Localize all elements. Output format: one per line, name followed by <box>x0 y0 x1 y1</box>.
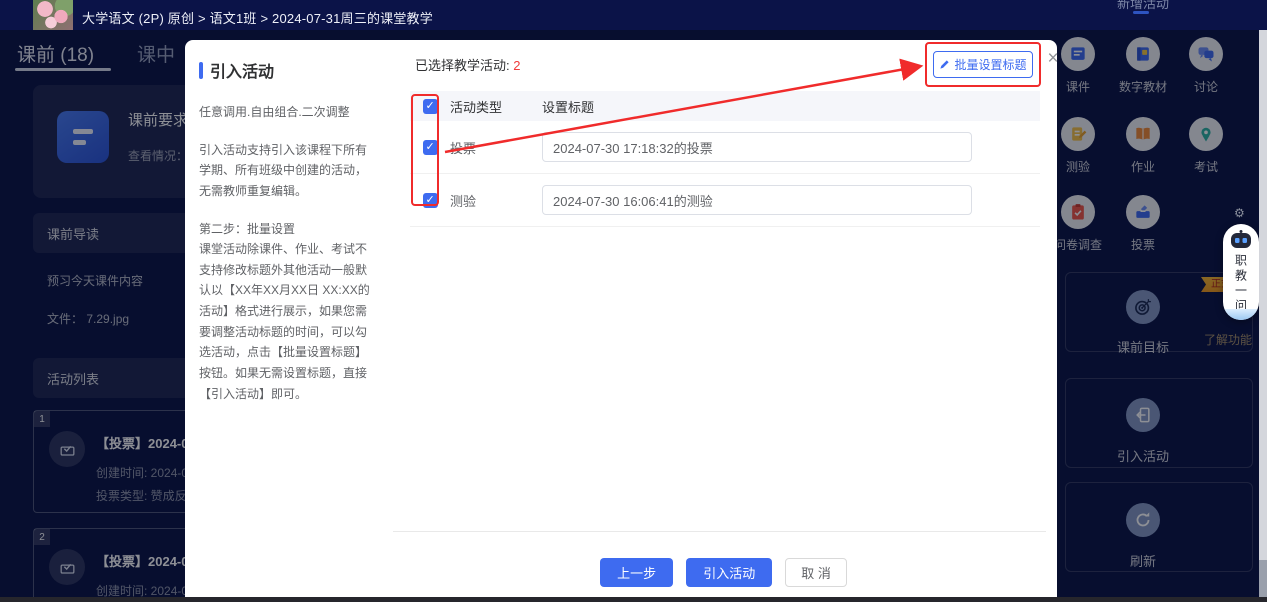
gear-icon[interactable]: ⚙ <box>1234 206 1245 220</box>
activity-title-input[interactable] <box>542 132 972 162</box>
activity-title-input[interactable] <box>542 185 972 215</box>
batch-set-title-label: 批量设置标题 <box>954 56 1026 73</box>
dialog-subtitle: 任意调用.自由组合.二次调整 <box>199 102 374 123</box>
previous-step-button[interactable]: 上一步 <box>600 558 673 587</box>
footer-divider <box>393 531 1046 532</box>
app-screen: 课前 (18) 课中 课前要求 查看情况： 课前导读 预习今天课件内容 文件： … <box>0 0 1267 602</box>
close-icon[interactable]: × <box>1042 48 1064 70</box>
cancel-button[interactable]: 取 消 <box>785 558 847 587</box>
row-checkbox[interactable] <box>423 193 438 208</box>
new-activity-tab-underline <box>1133 11 1149 14</box>
import-activity-step2: × 已选择教学活动: 2 批量设置标题 活动类型 设置标题 投票 <box>390 40 1057 602</box>
breadcrumb[interactable]: 大学语文 (2P) 原创 > 语文1班 > 2024-07-31周三的课堂教学 <box>82 8 433 27</box>
selected-count-label: 已选择教学活动: 2 <box>415 55 520 74</box>
import-activity-button[interactable]: 引入活动 <box>686 558 772 587</box>
table-row: 投票 <box>410 121 1040 174</box>
title-accent-bar <box>199 62 203 79</box>
selected-count-value: 2 <box>513 58 520 73</box>
column-header-type: 活动类型 <box>450 97 542 116</box>
dialog-step-title: 第二步：批量设置 <box>199 219 374 240</box>
course-cover-thumbnail[interactable] <box>33 0 73 30</box>
activity-table: 活动类型 设置标题 投票 测验 <box>410 91 1040 227</box>
robot-icon <box>1229 230 1253 251</box>
table-header-row: 活动类型 设置标题 <box>410 91 1040 121</box>
dialog-title: 引入活动 <box>199 58 374 82</box>
assistant-wave-decoration <box>1223 309 1259 320</box>
topbar: 大学语文 (2P) 原创 > 语文1班 > 2024-07-31周三的课堂教学 … <box>0 0 1267 30</box>
table-row: 测验 <box>410 174 1040 227</box>
window-bottom-edge <box>0 597 1267 602</box>
import-activity-info-panel: 引入活动 任意调用.自由组合.二次调整 引入活动支持引入该课程下所有学期、所有班… <box>185 40 390 602</box>
scrollbar-thumb[interactable] <box>1259 560 1267 597</box>
select-all-checkbox[interactable] <box>423 99 438 114</box>
selected-label-text: 已选择教学活动: <box>415 58 513 73</box>
dialog-title-text: 引入活动 <box>210 58 274 82</box>
edit-pen-icon <box>939 59 950 70</box>
assistant-widget[interactable]: 职教一问 <box>1223 224 1259 320</box>
dialog-description: 引入活动支持引入该课程下所有学期、所有班级中创建的活动，无需教师重复编辑。 <box>199 140 374 202</box>
activity-type-cell: 测验 <box>450 191 542 210</box>
column-header-title: 设置标题 <box>542 97 1040 116</box>
activity-type-cell: 投票 <box>450 138 542 157</box>
dialog-footer: 上一步 引入活动 取 消 <box>390 558 1057 587</box>
vertical-scrollbar[interactable] <box>1259 30 1267 597</box>
dialog-step-description: 课堂活动除课件、作业、考试不支持修改标题外其他活动一般默认以【XX年XX月XX日… <box>199 239 374 404</box>
row-checkbox[interactable] <box>423 140 438 155</box>
batch-set-title-button[interactable]: 批量设置标题 <box>933 51 1033 78</box>
import-activity-dialog: 引入活动 任意调用.自由组合.二次调整 引入活动支持引入该课程下所有学期、所有班… <box>185 40 1057 602</box>
assistant-label: 职教一问 <box>1233 254 1250 314</box>
